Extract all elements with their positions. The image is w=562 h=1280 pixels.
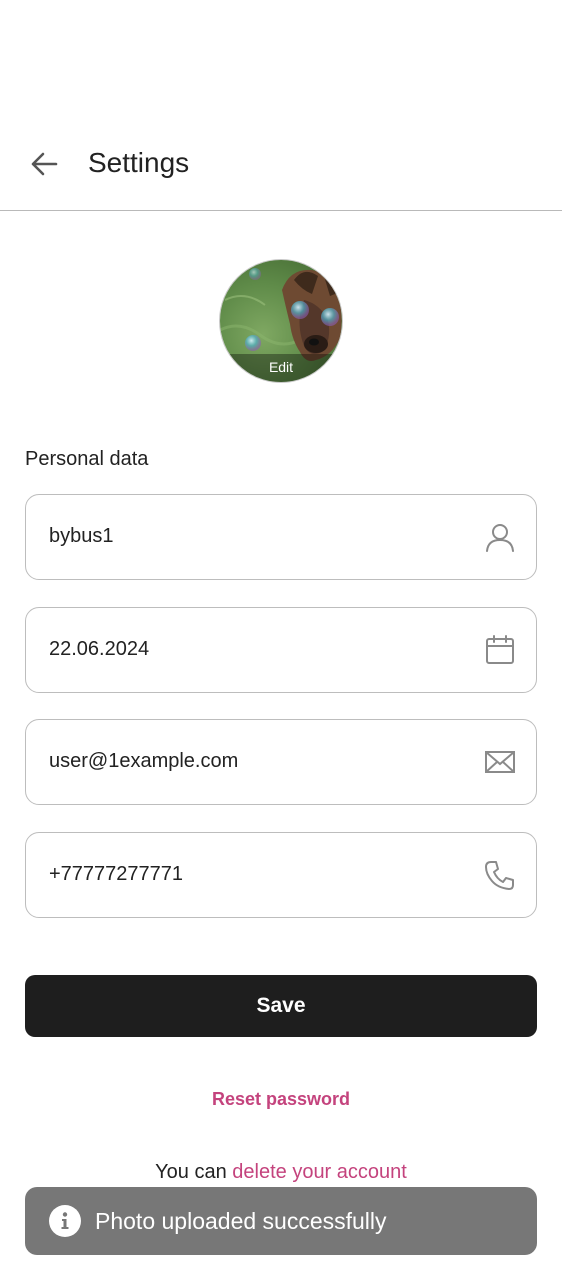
section-label: Personal data (25, 448, 149, 470)
toast-message: Photo uploaded successfully (95, 1208, 387, 1234)
birthdate-field[interactable] (25, 607, 537, 693)
save-button[interactable]: Save (25, 975, 537, 1037)
delete-account-row: You can delete your account (0, 1159, 562, 1185)
username-input[interactable] (49, 495, 459, 578)
birthdate-input[interactable] (49, 608, 459, 691)
calendar-icon (486, 635, 514, 664)
delete-account-link[interactable]: delete your account (232, 1161, 407, 1183)
email-input[interactable] (49, 720, 459, 803)
back-button[interactable] (22, 142, 66, 186)
phone-input[interactable] (49, 833, 459, 916)
avatar-edit-button[interactable]: Edit (219, 259, 343, 383)
arrow-left-icon (31, 152, 58, 176)
page-title: Settings (88, 147, 190, 178)
info-icon (49, 1205, 81, 1237)
phone-icon (485, 861, 514, 890)
app-header: Settings (0, 120, 562, 211)
user-icon (486, 524, 514, 552)
toast-notification: Photo uploaded successfully (25, 1187, 537, 1255)
reset-password-row: Reset password (0, 1087, 562, 1111)
reset-password-link[interactable]: Reset password (212, 1089, 350, 1109)
envelope-icon (485, 751, 515, 773)
email-field[interactable] (25, 719, 537, 805)
phone-field[interactable] (25, 832, 537, 918)
delete-account-prefix: You can (155, 1161, 233, 1183)
avatar-edit-label: Edit (220, 354, 342, 382)
username-field[interactable] (25, 494, 537, 580)
